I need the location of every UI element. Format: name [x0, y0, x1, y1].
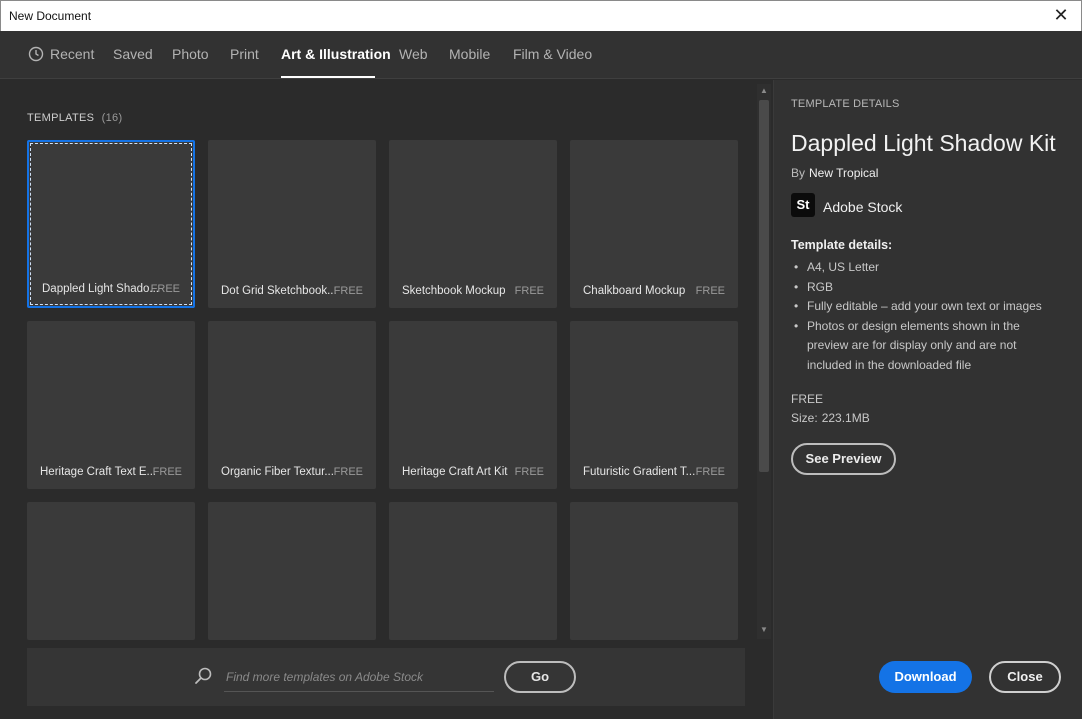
template-name: Sketchbook Mockup — [402, 285, 506, 297]
clock-icon — [28, 46, 44, 62]
template-price: FREE — [333, 285, 363, 297]
tab-film-video[interactable]: Film & Video — [513, 46, 592, 62]
scrollbar-thumb[interactable] — [759, 100, 769, 472]
adobe-stock-icon: St — [791, 193, 815, 217]
template-price: FREE — [150, 283, 180, 295]
list-item: Photos or design elements shown in the p… — [791, 317, 1061, 376]
template-name: Dappled Light Shado... — [42, 283, 160, 295]
template-card[interactable]: Heritage Craft Text E... FREE — [27, 321, 195, 489]
by-label: By — [791, 166, 806, 180]
stock-source-name: Adobe Stock — [823, 199, 903, 215]
template-name: Dot Grid Sketchbook... — [221, 285, 337, 297]
template-name: Futuristic Gradient T... — [583, 466, 696, 478]
template-card[interactable] — [208, 502, 376, 640]
see-preview-button[interactable]: See Preview — [791, 443, 896, 475]
tab-mobile[interactable]: Mobile — [449, 46, 490, 62]
list-item: RGB — [791, 278, 1061, 298]
details-subheading: Template details: — [791, 238, 893, 252]
search-icon — [195, 667, 212, 684]
template-card[interactable]: Dappled Light Shado... FREE — [27, 140, 195, 308]
template-name: Heritage Craft Art Kit — [402, 466, 508, 478]
template-price: FREE — [514, 466, 544, 478]
template-card[interactable]: Organic Fiber Textur... FREE — [208, 321, 376, 489]
template-price: FREE — [333, 466, 363, 478]
template-price: FREE — [695, 466, 725, 478]
tab-print[interactable]: Print — [230, 46, 259, 62]
details-list: A4, US Letter RGB Fully editable – add y… — [791, 258, 1061, 375]
tab-art-illustration[interactable]: Art & Illustration — [281, 46, 391, 62]
template-title: Dappled Light Shadow Kit — [791, 130, 1056, 156]
tab-recent[interactable]: Recent — [50, 46, 94, 62]
template-card[interactable]: Sketchbook Mockup FREE — [389, 140, 557, 308]
go-button[interactable]: Go — [504, 661, 576, 693]
list-item: Fully editable – add your own text or im… — [791, 297, 1061, 317]
template-card[interactable]: Dot Grid Sketchbook... FREE — [208, 140, 376, 308]
template-card[interactable] — [570, 502, 738, 640]
scroll-up-arrow-icon[interactable]: ▲ — [759, 86, 769, 96]
template-name: Organic Fiber Textur... — [221, 466, 334, 478]
close-button[interactable]: Close — [989, 661, 1061, 693]
tab-web[interactable]: Web — [399, 46, 428, 62]
size-label: Size: — [791, 411, 818, 425]
template-card[interactable]: Chalkboard Mockup FREE — [570, 140, 738, 308]
template-price: FREE — [695, 285, 725, 297]
template-card[interactable]: Heritage Craft Art Kit FREE — [389, 321, 557, 489]
list-item: A4, US Letter — [791, 258, 1061, 278]
templates-count: (16) — [101, 112, 123, 124]
window-close-icon[interactable]: ✕ — [1051, 5, 1071, 25]
download-button[interactable]: Download — [879, 661, 972, 693]
size-value: 223.1MB — [821, 411, 870, 425]
template-author: New Tropical — [809, 166, 879, 180]
details-price: FREE — [791, 392, 824, 406]
templates-heading-label: TEMPLATES — [27, 112, 95, 124]
template-card[interactable]: Futuristic Gradient T... FREE — [570, 321, 738, 489]
active-tab-indicator — [281, 76, 375, 78]
template-price: FREE — [514, 285, 544, 297]
template-name: Chalkboard Mockup — [583, 285, 686, 297]
template-card[interactable] — [27, 502, 195, 640]
details-size: Size: 223.1MB — [791, 411, 870, 425]
tab-photo[interactable]: Photo — [172, 46, 209, 62]
details-section-label: TEMPLATE DETAILS — [791, 98, 900, 110]
stock-search-input[interactable] — [224, 662, 494, 692]
window-title: New Document — [9, 9, 92, 23]
title-bar: New Document ✕ — [0, 0, 1082, 31]
template-name: Heritage Craft Text E... — [40, 466, 157, 478]
scroll-down-arrow-icon[interactable]: ▼ — [759, 625, 769, 635]
template-byline: By New Tropical — [791, 166, 878, 180]
templates-heading: TEMPLATES (16) — [27, 112, 122, 124]
template-card[interactable] — [389, 502, 557, 640]
template-price: FREE — [152, 466, 182, 478]
tab-saved[interactable]: Saved — [113, 46, 153, 62]
